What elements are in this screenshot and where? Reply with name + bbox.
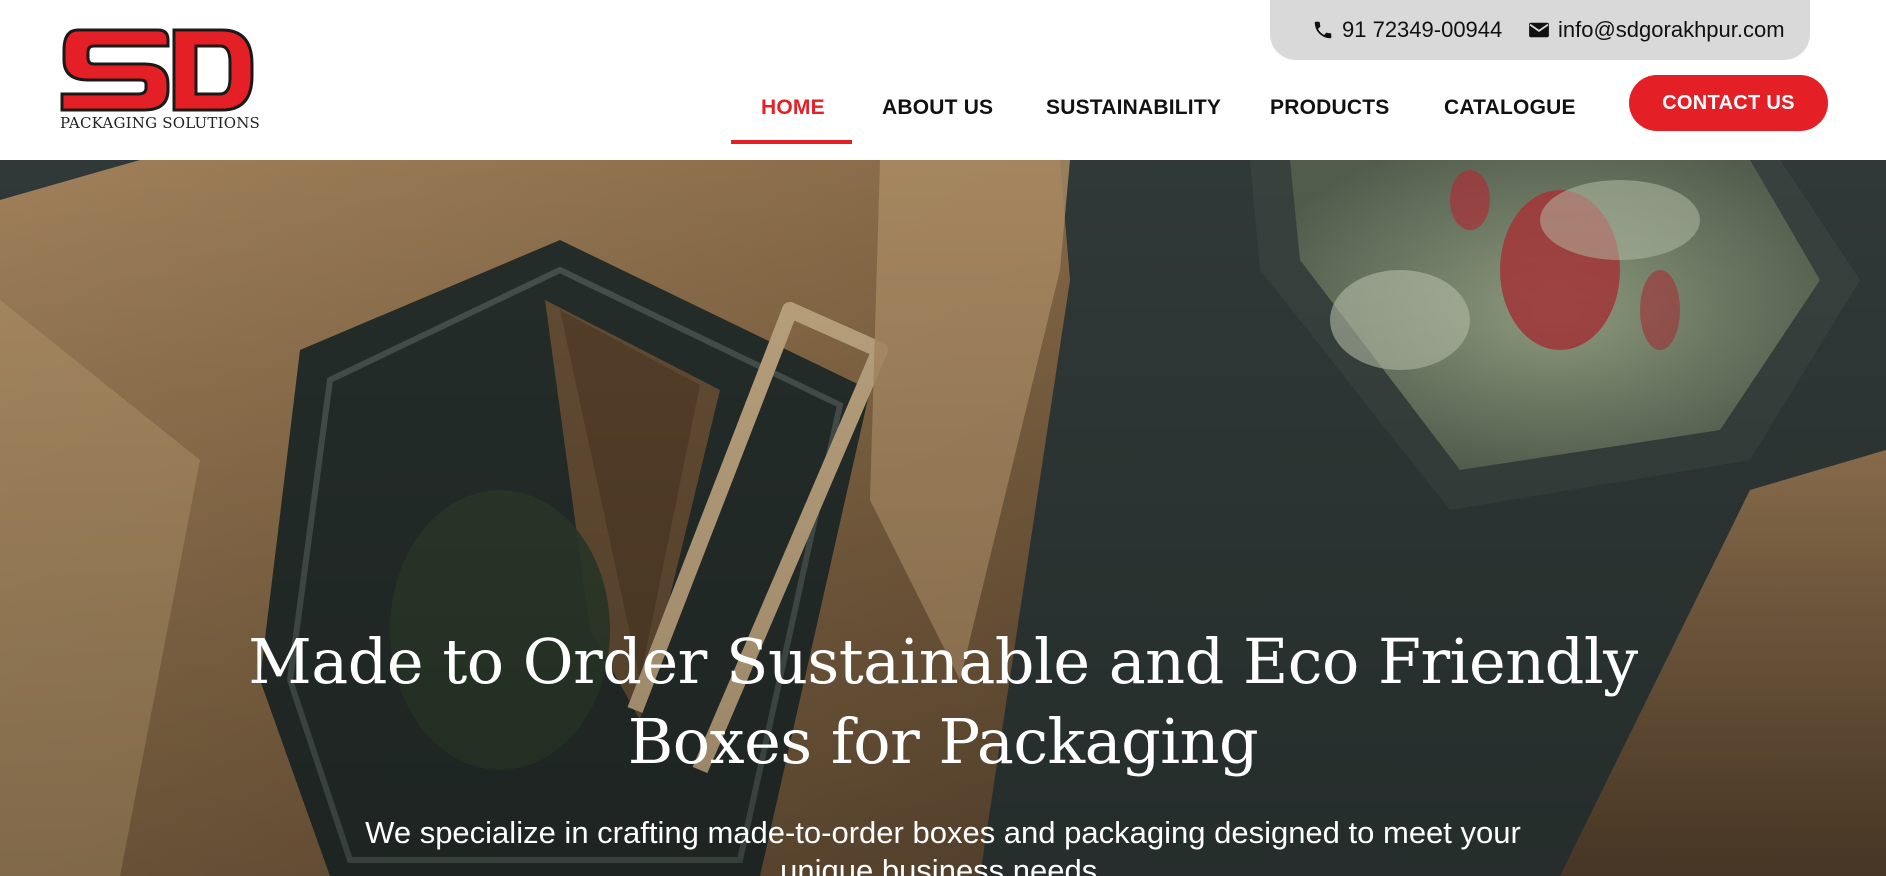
hero-section: Made to Order Sustainable and Eco Friend… <box>0 160 1886 876</box>
email-address: info@sdgorakhpur.com <box>1558 17 1785 42</box>
nav-about-us[interactable]: ABOUT US <box>882 96 993 120</box>
nav-home[interactable]: HOME <box>761 96 825 120</box>
main-nav: HOME ABOUT US SUSTAINABILITY PRODUCTS CA… <box>0 96 1886 124</box>
envelope-icon <box>1529 22 1549 38</box>
phone-icon <box>1314 21 1332 39</box>
phone-number: 91 72349-00944 <box>1342 17 1503 42</box>
contact-us-button[interactable]: CONTACT US <box>1629 75 1828 131</box>
nav-sustainability[interactable]: SUSTAINABILITY <box>1046 96 1221 120</box>
email-link[interactable]: info@sdgorakhpur.com <box>1528 16 1785 44</box>
contact-topbar: 91 72349-00944 info@sdgorakhpur.com <box>1270 0 1810 60</box>
hero-title: Made to Order Sustainable and Eco Friend… <box>248 625 1638 778</box>
active-nav-indicator <box>731 140 852 144</box>
nav-catalogue[interactable]: CATALOGUE <box>1444 96 1576 120</box>
phone-link[interactable]: 91 72349-00944 <box>1312 16 1502 44</box>
hero-subtitle: We specialize in crafting made-to-order … <box>365 815 1521 876</box>
site-header: PACKAGING SOLUTIONS 91 72349-00944 info@… <box>0 0 1886 160</box>
nav-products[interactable]: PRODUCTS <box>1270 96 1389 120</box>
